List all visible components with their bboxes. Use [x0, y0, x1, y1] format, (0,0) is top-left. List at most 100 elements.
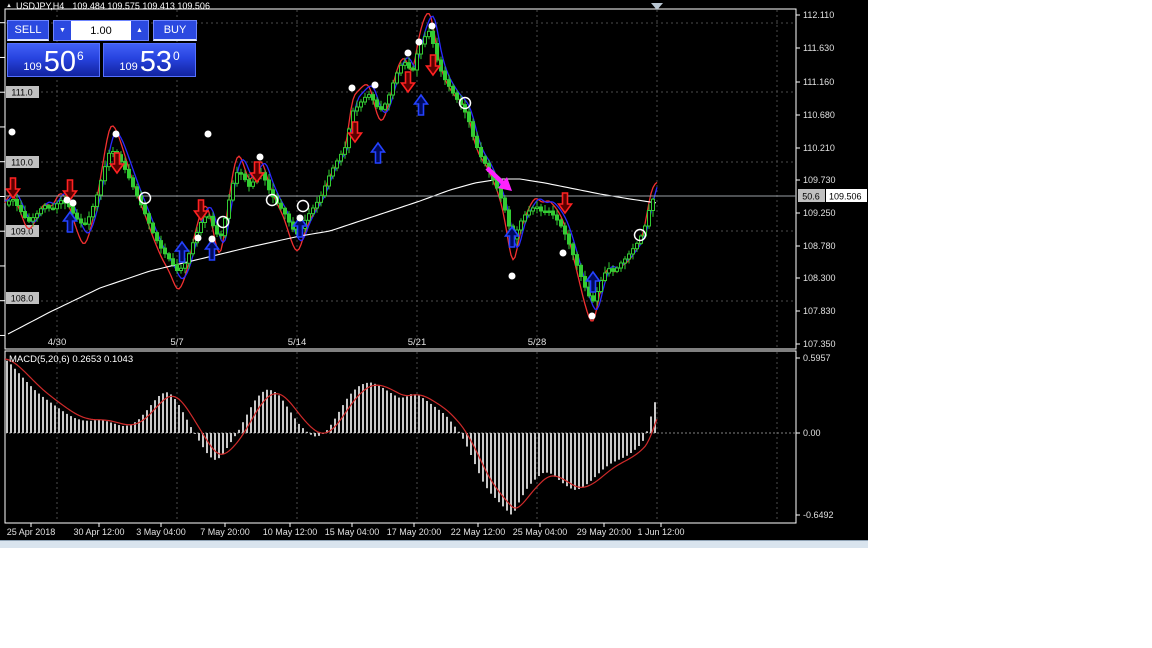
signal-circle [296, 199, 310, 213]
candle-body [443, 70, 447, 81]
candle-body [219, 233, 223, 237]
macd-histogram-bar [314, 433, 316, 437]
macd-histogram-bar [62, 411, 64, 433]
macd-histogram-bar [346, 398, 348, 433]
candle-body [311, 207, 315, 215]
candle-body [155, 232, 159, 242]
candle-body [323, 185, 327, 197]
macd-histogram-bar [386, 390, 388, 433]
signal-dot [559, 249, 567, 257]
candle-body [551, 210, 555, 216]
price-axis-label: 110.680 [803, 110, 835, 120]
candle-body [375, 99, 379, 108]
candle-body [471, 121, 475, 137]
candle-body [615, 267, 619, 272]
chart-canvas[interactable]: 111.0110.0109.0108.0112.110111.630111.16… [0, 0, 868, 540]
candle-body [399, 64, 403, 74]
time-axis-label: 15 May 04:00 [325, 527, 380, 537]
macd-histogram-bar [242, 422, 244, 433]
window-bottom-edge [0, 540, 868, 548]
buy-signal-arrow-icon [369, 141, 387, 164]
macd-histogram-bar [518, 433, 520, 503]
candle-body [367, 94, 371, 98]
macd-histogram-bar [82, 420, 84, 433]
candle-body [211, 215, 215, 227]
candle-body [647, 210, 651, 227]
macd-histogram-bar [262, 391, 264, 433]
macd-histogram-bar [270, 390, 272, 433]
macd-histogram-bar [22, 377, 24, 433]
macd-histogram-bar [34, 390, 36, 433]
candle-body [135, 186, 139, 197]
macd-histogram-bar [610, 433, 612, 464]
bid-quote[interactable]: 109 50 6 [7, 43, 100, 77]
macd-histogram-bar [114, 423, 116, 433]
candle-body [175, 264, 179, 271]
macd-histogram-bar [590, 433, 592, 481]
volume-increase-button[interactable]: ▲ [131, 21, 148, 40]
volume-stepper: ▼ ▲ [53, 20, 149, 41]
ask-quote[interactable]: 109 53 0 [103, 43, 196, 77]
macd-histogram-bar [274, 391, 276, 433]
macd-histogram-bar [170, 394, 172, 433]
macd-histogram-bar [190, 427, 192, 433]
candle-body [359, 101, 363, 108]
candle-body [319, 195, 323, 203]
macd-histogram-bar [414, 394, 416, 433]
macd-histogram-bar [194, 433, 196, 434]
macd-histogram-bar [494, 433, 496, 498]
volume-decrease-button[interactable]: ▼ [54, 21, 71, 40]
sell-button[interactable]: SELL [7, 20, 49, 41]
candle-body [207, 215, 211, 219]
macd-axis-label: -0.6492 [803, 510, 834, 520]
candle-body [503, 197, 507, 211]
macd-histogram-bar [586, 433, 588, 485]
candle-body [631, 248, 635, 255]
candle-body [83, 222, 87, 225]
macd-histogram-bar [214, 433, 216, 460]
macd-histogram-bar [550, 433, 552, 474]
macd-axis-label: 0.00 [803, 428, 821, 438]
macd-histogram-bar [122, 425, 124, 433]
candle-body [71, 206, 75, 214]
macd-histogram-bar [294, 418, 296, 433]
macd-histogram-bar [162, 393, 164, 433]
candle-body [239, 172, 243, 175]
macd-histogram-bar [470, 433, 472, 455]
signal-dot [371, 81, 379, 89]
candle-body [75, 212, 79, 220]
candle-body [123, 160, 127, 170]
price-axis-label: 108.300 [803, 273, 836, 283]
candle-body [131, 177, 135, 188]
week-separator-label: 4/30 [48, 337, 67, 348]
macd-histogram-bar [306, 431, 308, 433]
macd-histogram-bar [458, 431, 460, 433]
macd-histogram-bar [38, 393, 40, 433]
macd-histogram-bar [46, 399, 48, 433]
buy-button[interactable]: BUY [153, 20, 197, 41]
candle-body [651, 198, 655, 211]
volume-input[interactable] [71, 21, 131, 40]
candle-body [103, 166, 107, 182]
macd-histogram-bar [142, 414, 144, 433]
moving-average-line [7, 178, 657, 335]
time-axis-label: 22 May 12:00 [451, 527, 506, 537]
candle-body [283, 207, 287, 215]
candle-body [143, 204, 147, 215]
macd-histogram-bar [110, 422, 112, 433]
signal-dot [348, 84, 356, 92]
macd-histogram-bar [290, 412, 292, 433]
candle-body [363, 96, 367, 103]
candle-body [383, 103, 387, 110]
candle-body [19, 205, 23, 212]
current-price-badge-label: 109.506 [829, 192, 862, 202]
candle-body [27, 217, 31, 222]
candle-body [419, 43, 423, 55]
signal-dot [296, 214, 304, 222]
candle-body [7, 200, 11, 206]
candle-body [23, 211, 27, 218]
candle-body [87, 216, 91, 225]
time-axis-label: 29 May 20:00 [577, 527, 632, 537]
candle-body [183, 262, 187, 269]
candle-body [543, 210, 547, 213]
